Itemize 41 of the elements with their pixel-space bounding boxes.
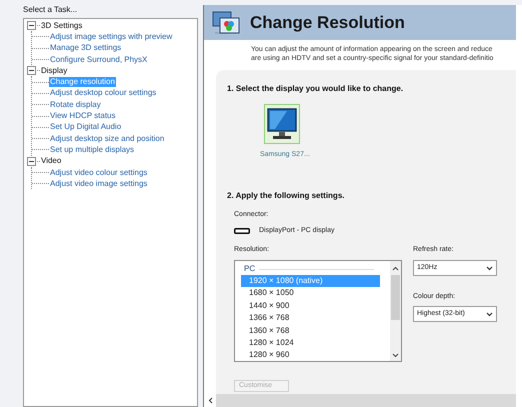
collapse-icon[interactable]: [27, 156, 36, 166]
tree-item[interactable]: Adjust desktop size and position: [49, 134, 166, 144]
collapse-icon[interactable]: [27, 66, 36, 76]
scroll-down-icon[interactable]: [392, 353, 399, 358]
tree-item[interactable]: Set Up Digital Audio: [49, 122, 122, 132]
list-item[interactable]: 1366 × 768: [241, 312, 380, 325]
tree-category[interactable]: Video: [41, 156, 62, 166]
tree-category[interactable]: 3D Settings: [41, 20, 82, 31]
scroll-up-icon[interactable]: [392, 266, 399, 271]
chevron-down-icon: [486, 266, 493, 270]
tree-item[interactable]: Rotate display: [49, 100, 102, 110]
monitors-icon: [212, 10, 240, 36]
list-item[interactable]: 1280 × 1024: [241, 336, 380, 350]
group-header: PC: [244, 264, 256, 274]
page-title: Change Resolution: [250, 12, 405, 34]
list-item[interactable]: 1440 × 900: [241, 300, 380, 312]
tree-item[interactable]: Adjust video image settings: [49, 178, 148, 189]
tree-category[interactable]: Display: [41, 66, 68, 76]
scrollbar-thumb[interactable]: [391, 275, 400, 320]
tree-item[interactable]: Adjust desktop colour settings: [49, 88, 158, 98]
scroll-left-icon[interactable]: [208, 397, 212, 404]
port-icon: [234, 228, 250, 234]
vertical-scrollbar[interactable]: [390, 261, 401, 361]
resolution-list[interactable]: PC 1920 × 1080 (native) 1680 × 1050 1440 × 900 1366 × 768 1360 × 768 1280 × 1024 1280 × 960: [234, 260, 402, 362]
tree-item[interactable]: Set up multiple displays: [49, 144, 136, 155]
tree-item[interactable]: Configure Surround, PhysX: [49, 54, 148, 65]
list-item[interactable]: 1280 × 960: [241, 349, 380, 361]
chevron-down-icon: [486, 312, 493, 316]
list-item[interactable]: 1360 × 768: [241, 324, 380, 337]
step-heading: 1. Select the display you would like to change.: [227, 84, 404, 94]
step-heading: 2. Apply the following settings.: [227, 191, 346, 201]
tree-item[interactable]: Manage 3D settings: [49, 43, 122, 54]
collapse-icon[interactable]: [27, 21, 36, 30]
monitor-icon: [267, 108, 297, 140]
list-item[interactable]: 1680 × 1050: [241, 287, 380, 300]
tree-item[interactable]: Adjust video colour settings: [49, 168, 148, 178]
tree-item[interactable]: View HDCP status: [49, 111, 117, 122]
display-tile[interactable]: [264, 104, 300, 144]
horizontal-scrollbar[interactable]: [204, 394, 516, 407]
tree-item[interactable]: Adjust image settings with preview: [49, 32, 174, 42]
panel-title: Select a Task...: [23, 4, 78, 16]
